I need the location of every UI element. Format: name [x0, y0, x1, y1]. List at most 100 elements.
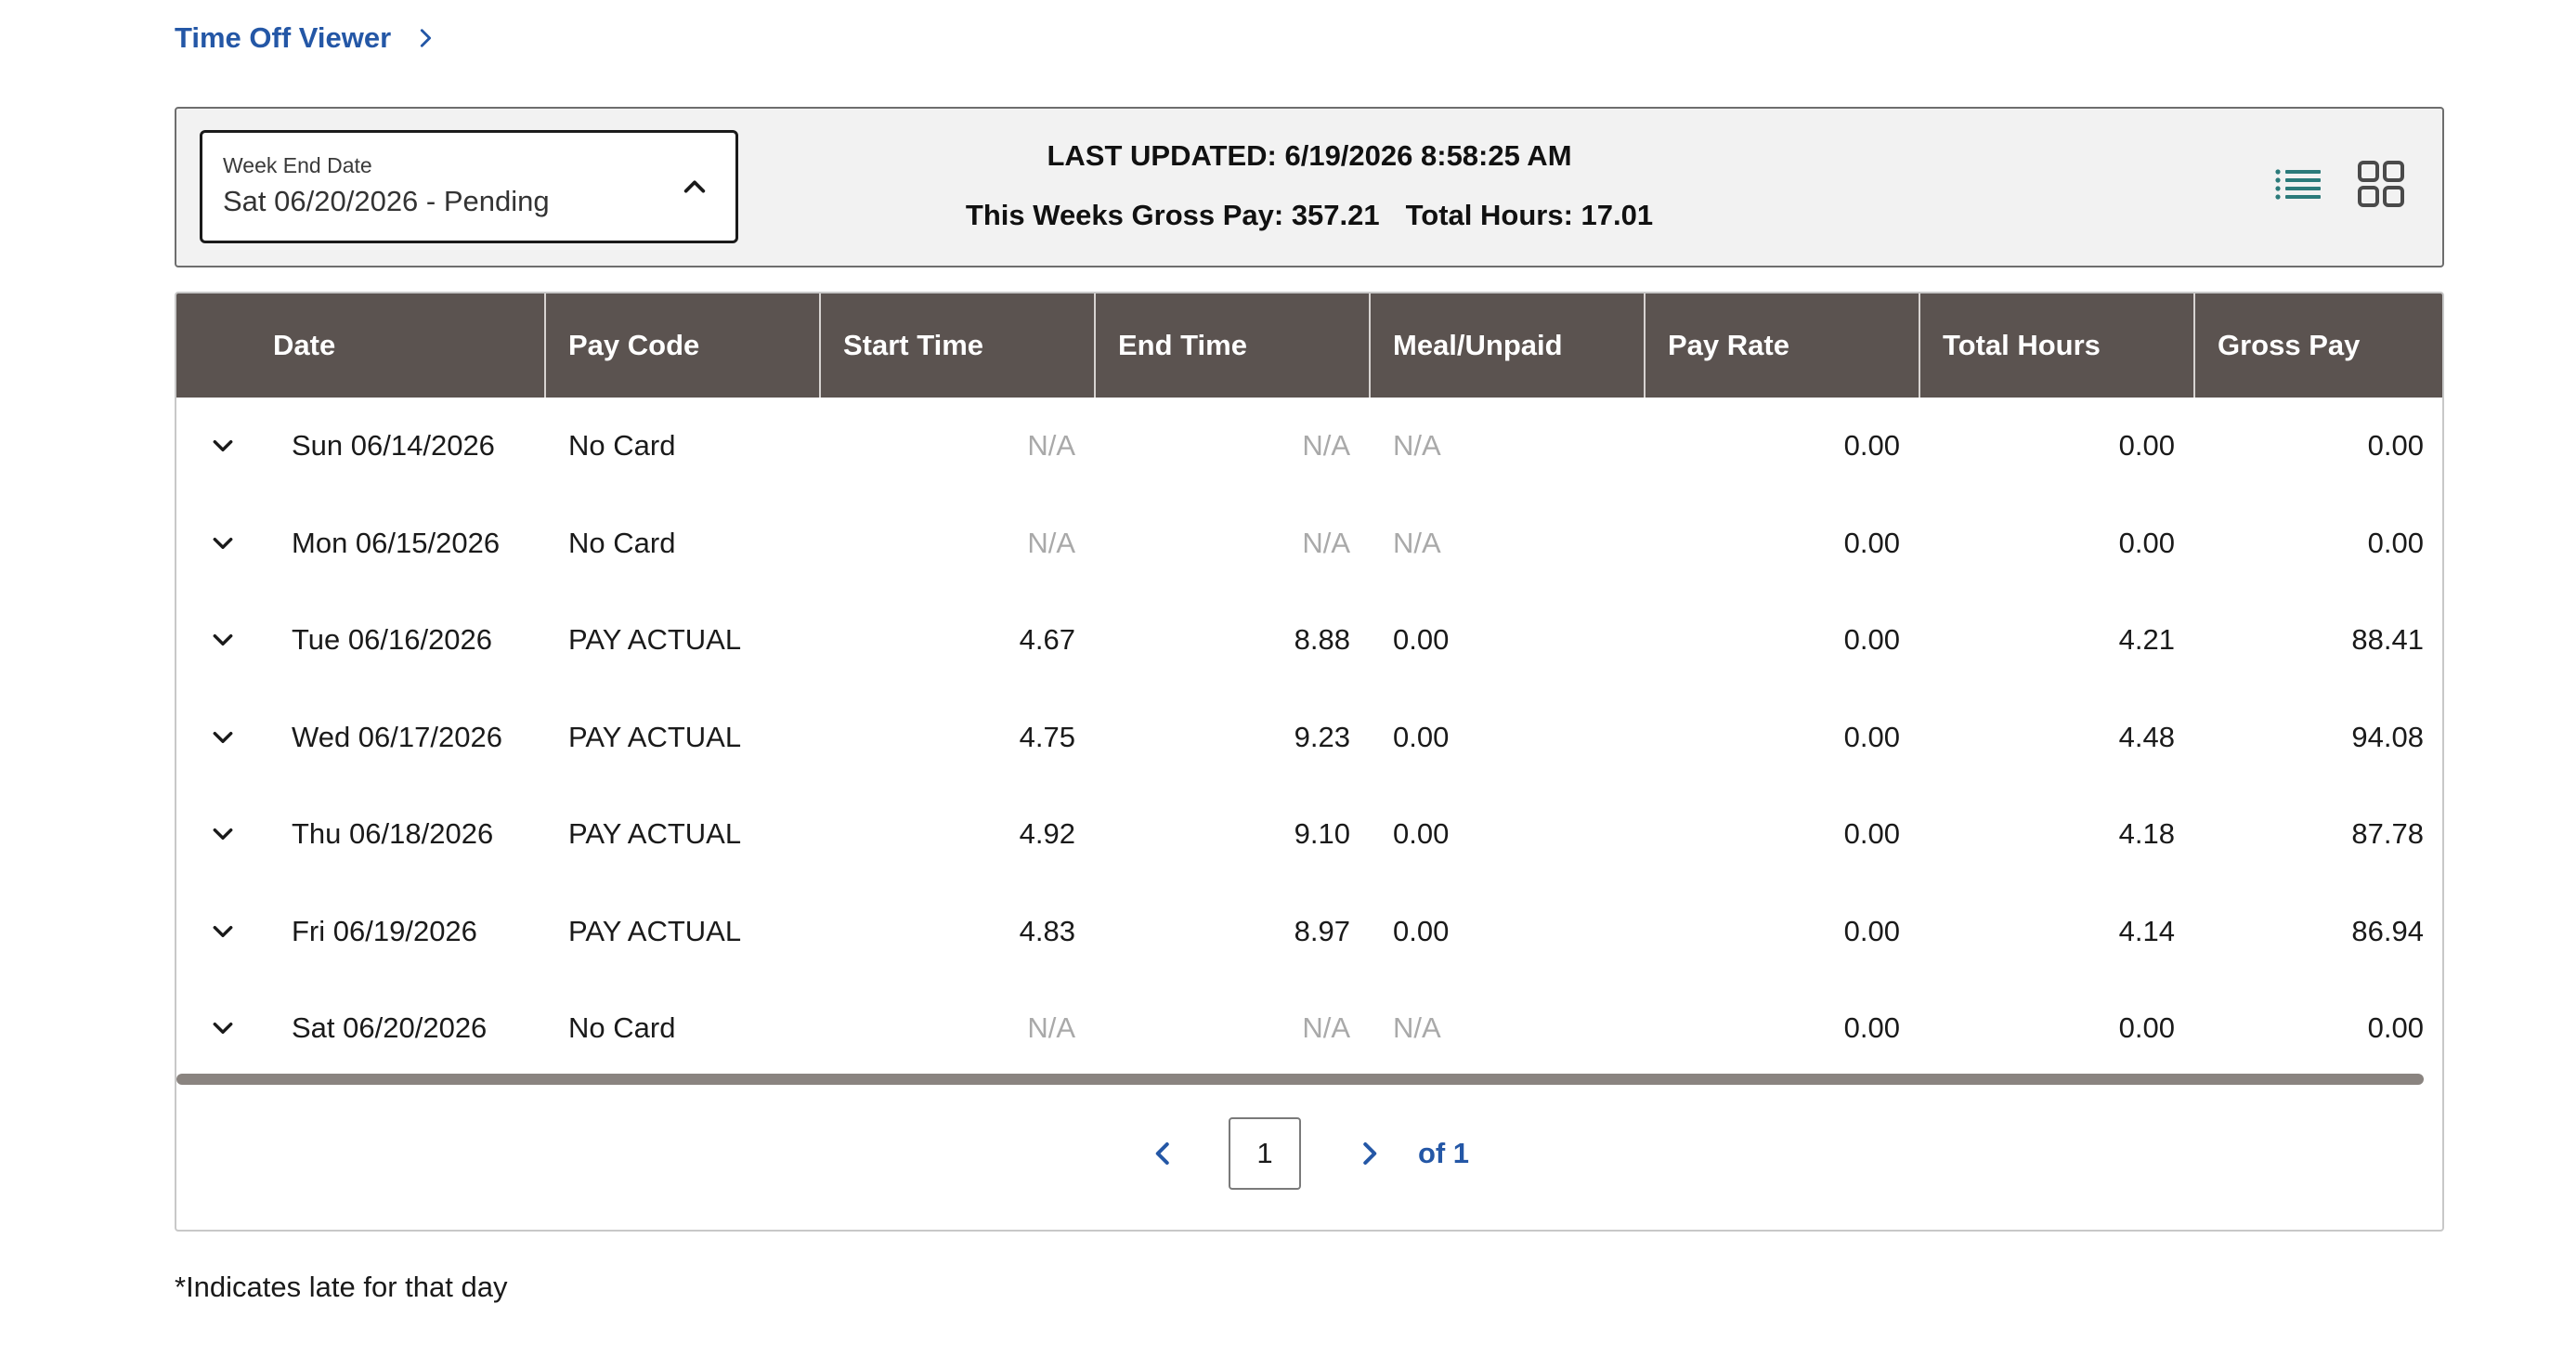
column-header-gross-pay[interactable]: Gross Pay — [2195, 293, 2442, 398]
expand-row-button[interactable] — [176, 725, 269, 750]
cell-date: Thu 06/18/2026 — [292, 817, 494, 851]
cell-end-time: N/A — [1302, 526, 1350, 559]
cell-total-hours: 0.00 — [2118, 526, 2175, 559]
cell-start-time: 4.75 — [1019, 720, 1075, 753]
cell-date: Sat 06/20/2026 — [292, 1011, 488, 1045]
breadcrumb-label[interactable]: Time Off Viewer — [175, 21, 391, 55]
pagination: 1 of 1 — [176, 1098, 2442, 1209]
expand-row-button[interactable] — [176, 434, 269, 458]
table-row: Thu 06/18/2026 PAY ACTUAL 4.92 9.10 0.00 0.00… — [176, 786, 2442, 883]
cell-start-time: 4.92 — [1019, 817, 1075, 851]
cell-pay-rate: 0.00 — [1843, 1011, 1900, 1045]
cell-gross-pay: 88.41 — [2351, 623, 2424, 657]
cell-total-hours: 4.14 — [2118, 914, 2175, 947]
cell-meal-unpaid: N/A — [1393, 429, 1441, 463]
column-header-pay-code[interactable]: Pay Code — [546, 293, 821, 398]
cell-start-time: 4.67 — [1019, 623, 1075, 657]
horizontal-scrollbar[interactable] — [176, 1074, 2424, 1085]
cell-meal-unpaid: 0.00 — [1393, 623, 1450, 657]
summary-bar: Week End Date Sat 06/20/2026 - Pending L… — [175, 107, 2444, 267]
breadcrumb[interactable]: Time Off Viewer — [175, 17, 436, 59]
view-toggle — [2275, 160, 2405, 208]
chevron-down-icon — [213, 925, 233, 937]
cell-meal-unpaid: N/A — [1393, 1011, 1441, 1045]
previous-page-icon[interactable] — [1150, 1140, 1177, 1167]
cell-pay-rate: 0.00 — [1843, 817, 1900, 851]
table-row: Sat 06/20/2026 No Card N/A N/A N/A 0.00 0.00 0.… — [176, 980, 2442, 1077]
cell-date: Mon 06/15/2026 — [292, 526, 501, 559]
cell-pay-code: PAY ACTUAL — [568, 817, 742, 851]
cell-total-hours: 0.00 — [2118, 429, 2175, 463]
chevron-down-icon — [213, 440, 233, 452]
chevron-down-icon — [213, 828, 233, 841]
expand-row-button[interactable] — [176, 628, 269, 652]
cell-meal-unpaid: 0.00 — [1393, 914, 1450, 947]
timecard-table: Date Pay Code Start Time End Time Meal/U… — [175, 292, 2444, 1232]
cell-pay-rate: 0.00 — [1843, 429, 1900, 463]
cell-start-time: N/A — [1027, 429, 1075, 463]
table-row: Mon 06/15/2026 No Card N/A N/A N/A 0.00 0.00 0.… — [176, 495, 2442, 593]
cell-gross-pay: 87.78 — [2351, 817, 2424, 851]
expand-row-button[interactable] — [176, 531, 269, 555]
cell-start-time: N/A — [1027, 1011, 1075, 1045]
expand-row-button[interactable] — [176, 1016, 269, 1040]
column-header-end-time[interactable]: End Time — [1096, 293, 1371, 398]
column-header-date[interactable]: Date — [176, 293, 546, 398]
cell-date: Wed 06/17/2026 — [292, 720, 502, 753]
cell-pay-rate: 0.00 — [1843, 623, 1900, 657]
cell-meal-unpaid: 0.00 — [1393, 720, 1450, 753]
table-row: Fri 06/19/2026 PAY ACTUAL 4.83 8.97 0.00 0.00… — [176, 883, 2442, 981]
cell-end-time: 8.88 — [1294, 623, 1350, 657]
expand-row-button[interactable] — [176, 822, 269, 846]
table-row: Wed 06/17/2026 PAY ACTUAL 4.75 9.23 0.00 0.00… — [176, 689, 2442, 787]
cell-end-time: 9.10 — [1294, 817, 1350, 851]
column-header-meal-unpaid[interactable]: Meal/Unpaid — [1371, 293, 1646, 398]
list-view-icon[interactable] — [2275, 168, 2322, 200]
cell-date: Fri 06/19/2026 — [292, 914, 477, 947]
cell-end-time: N/A — [1302, 1011, 1350, 1045]
chevron-down-icon — [213, 731, 233, 743]
cell-date: Tue 06/16/2026 — [292, 623, 493, 657]
grid-view-icon[interactable] — [2357, 160, 2405, 208]
last-updated-text: LAST UPDATED: 6/19/2026 8:58:25 AM — [1047, 139, 1572, 172]
cell-pay-code: PAY ACTUAL — [568, 720, 742, 753]
weekly-totals: This Weeks Gross Pay: 357.21 Total Hours:… — [176, 199, 2442, 232]
table-row: Sun 06/14/2026 No Card N/A N/A N/A 0.00 0.00 0.… — [176, 398, 2442, 495]
cell-total-hours: 4.21 — [2118, 623, 2175, 657]
cell-pay-code: No Card — [568, 429, 676, 463]
cell-gross-pay: 0.00 — [2367, 1011, 2424, 1045]
cell-pay-rate: 0.00 — [1843, 720, 1900, 753]
page-number-input[interactable]: 1 — [1228, 1117, 1301, 1190]
cell-meal-unpaid: N/A — [1393, 526, 1441, 559]
cell-end-time: 9.23 — [1294, 720, 1350, 753]
table-row: Tue 06/16/2026 PAY ACTUAL 4.67 8.88 0.00 0.00… — [176, 592, 2442, 689]
gross-pay-total: This Weeks Gross Pay: 357.21 — [965, 199, 1380, 231]
cell-gross-pay: 86.94 — [2351, 914, 2424, 947]
column-header-total-hours[interactable]: Total Hours — [1920, 293, 2195, 398]
cell-start-time: N/A — [1027, 526, 1075, 559]
cell-pay-code: No Card — [568, 526, 676, 559]
cell-start-time: 4.83 — [1019, 914, 1075, 947]
late-footnote: *Indicates late for that day — [175, 1271, 508, 1303]
total-hours-total: Total Hours: 17.01 — [1405, 199, 1654, 231]
cell-pay-rate: 0.00 — [1843, 526, 1900, 559]
chevron-down-icon — [213, 634, 233, 646]
chevron-up-icon — [683, 180, 706, 193]
chevron-down-icon — [213, 1023, 233, 1035]
table-header: Date Pay Code Start Time End Time Meal/U… — [176, 293, 2442, 398]
next-page-icon[interactable] — [1355, 1140, 1383, 1167]
cell-pay-code: No Card — [568, 1011, 676, 1045]
column-header-pay-rate[interactable]: Pay Rate — [1646, 293, 1920, 398]
cell-total-hours: 0.00 — [2118, 1011, 2175, 1045]
cell-end-time: 8.97 — [1294, 914, 1350, 947]
column-header-start-time[interactable]: Start Time — [821, 293, 1096, 398]
chevron-right-icon — [421, 29, 432, 47]
chevron-down-icon — [213, 537, 233, 549]
cell-gross-pay: 0.00 — [2367, 526, 2424, 559]
cell-total-hours: 4.18 — [2118, 817, 2175, 851]
expand-row-button[interactable] — [176, 919, 269, 944]
cell-end-time: N/A — [1302, 429, 1350, 463]
cell-pay-code: PAY ACTUAL — [568, 914, 742, 947]
cell-meal-unpaid: 0.00 — [1393, 817, 1450, 851]
cell-gross-pay: 94.08 — [2351, 720, 2424, 753]
